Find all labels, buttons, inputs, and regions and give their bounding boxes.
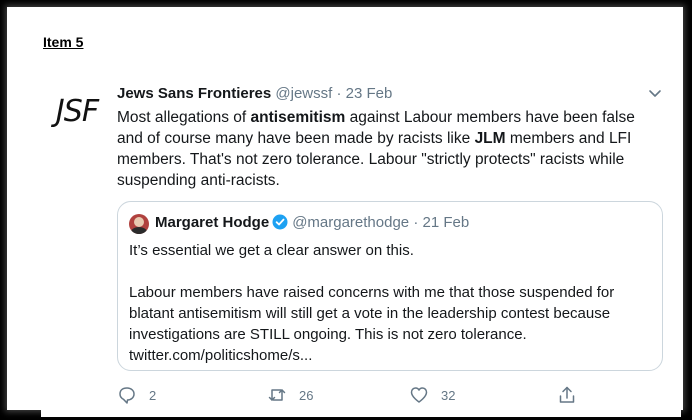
like-count: 32 <box>441 387 456 403</box>
reply-count: 2 <box>149 387 157 403</box>
tweet-text-part: Most allegations of <box>117 109 251 126</box>
quoted-paragraph: It’s essential we get a clear answer on … <box>129 242 414 259</box>
quoted-header-separator: · <box>413 214 419 231</box>
verified-icon <box>272 214 288 230</box>
quoted-author-avatar[interactable] <box>129 214 149 234</box>
reply-icon <box>119 387 135 404</box>
retweet-icon <box>268 389 286 401</box>
author-avatar[interactable]: JSF <box>53 87 101 135</box>
like-icon <box>410 387 428 403</box>
tweet-date[interactable]: 23 Feb <box>346 85 393 102</box>
quoted-tweet-text: It’s essential we get a clear answer on … <box>129 240 655 366</box>
chevron-down-icon[interactable] <box>647 85 663 101</box>
reply-button[interactable]: 2 <box>117 383 156 407</box>
tweet-text-highlight: JLM <box>474 130 506 147</box>
share-button[interactable] <box>557 383 577 407</box>
share-icon <box>559 386 575 403</box>
author-handle[interactable]: @jewssf <box>275 85 332 102</box>
author-name[interactable]: Jews Sans Frontieres <box>117 85 271 102</box>
quoted-paragraph: Labour members have raised concerns with… <box>129 284 615 364</box>
tweet[interactable]: JSF Jews Sans Frontieres @jewssf · 23 Fe… <box>41 67 681 417</box>
retweet-button[interactable]: 26 <box>267 383 313 407</box>
tweet-text-highlight: antisemitism <box>250 109 346 126</box>
quoted-author-name[interactable]: Margaret Hodge <box>155 214 269 231</box>
tweet-actions: 2 26 32 <box>117 383 617 407</box>
like-button[interactable]: 32 <box>409 383 455 407</box>
tweet-header: Jews Sans Frontieres @jewssf · 23 Feb <box>117 83 669 105</box>
quoted-tweet[interactable]: Margaret Hodge @margarethodge · 21 Feb I… <box>117 201 663 371</box>
item-label: Item 5 <box>43 34 84 50</box>
header-separator: · <box>336 85 342 102</box>
retweet-count: 26 <box>299 387 314 403</box>
quoted-tweet-header: Margaret Hodge @margarethodge · 21 Feb <box>155 212 652 234</box>
tweet-text: Most allegations of antisemitism against… <box>117 107 661 191</box>
quoted-author-handle[interactable]: @margarethodge <box>292 214 409 231</box>
avatar-logo-text: JSF <box>55 93 99 129</box>
item-frame: Item 5 JSF Jews Sans Frontieres @jewssf … <box>7 7 683 417</box>
quoted-tweet-date[interactable]: 21 Feb <box>423 214 470 231</box>
